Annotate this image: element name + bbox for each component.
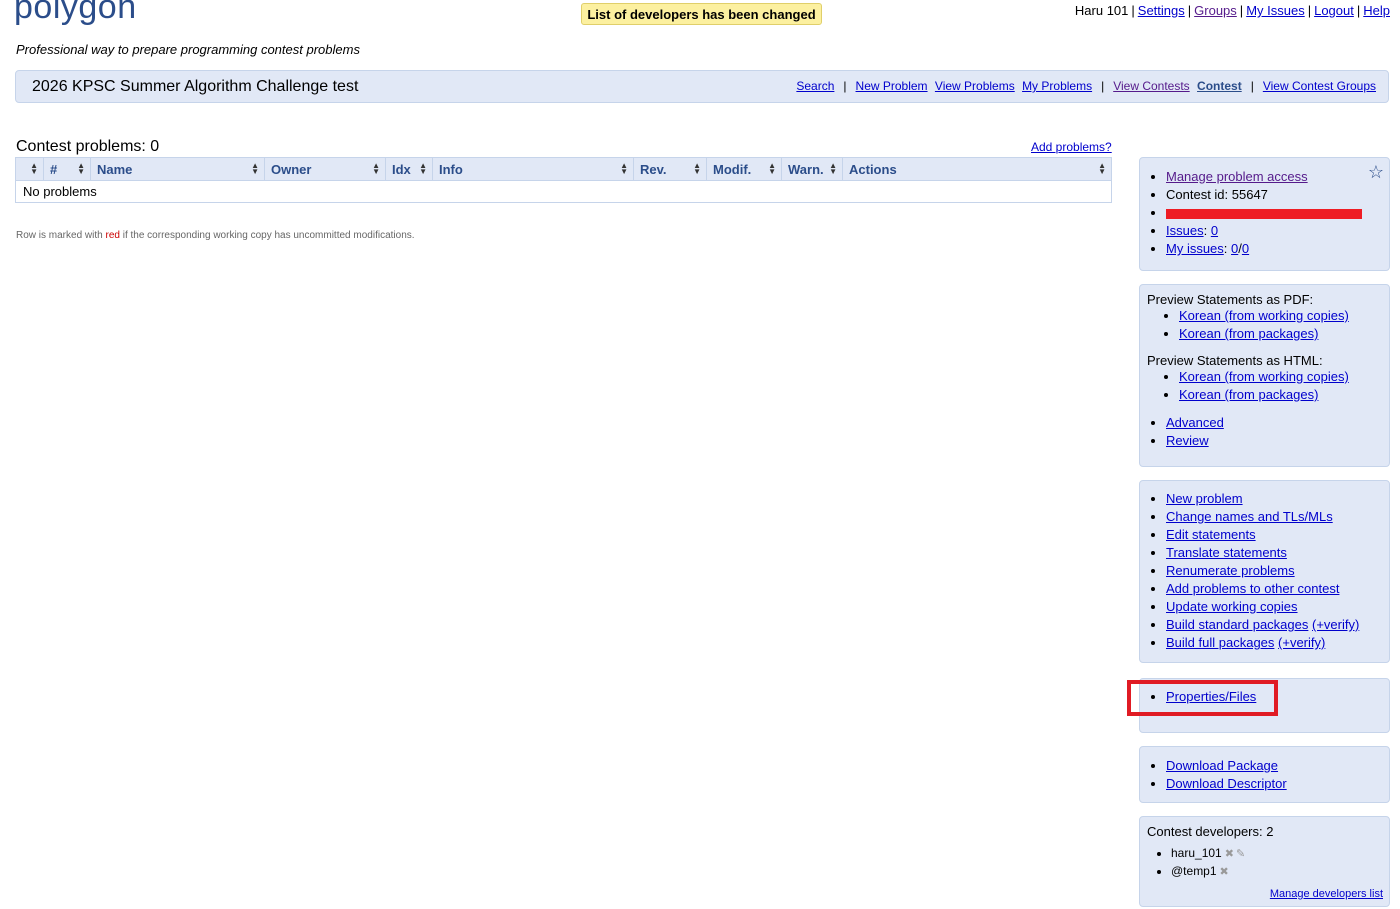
renumerate-problems-link[interactable]: Renumerate problems bbox=[1166, 563, 1295, 578]
col-modif[interactable]: Modif. ▲ ▼ bbox=[706, 157, 782, 181]
advanced-link[interactable]: Advanced bbox=[1166, 415, 1224, 430]
star-icon[interactable]: ☆ bbox=[1368, 163, 1384, 181]
manage-developers-link[interactable]: Manage developers list bbox=[1270, 888, 1383, 900]
sort-icon: ▲ ▼ bbox=[693, 161, 701, 176]
download-descriptor-link[interactable]: Download Descriptor bbox=[1166, 776, 1287, 791]
issues-count-link[interactable]: 0 bbox=[1211, 223, 1218, 238]
contest-actions-box: New problem Change names and TLs/MLs Edi… bbox=[1139, 480, 1390, 663]
new-problem-link[interactable]: New problem bbox=[1166, 491, 1243, 506]
html-packages-link[interactable]: Korean (from packages) bbox=[1179, 387, 1318, 402]
change-notice: List of developers has been changed bbox=[581, 3, 822, 25]
sort-icon: ▲ ▼ bbox=[419, 161, 427, 176]
top-nav: Search | New Problem View Problems My Prob… bbox=[796, 79, 1376, 93]
username: Haru 101 bbox=[1074, 3, 1129, 18]
nav-new-problem[interactable]: New Problem bbox=[856, 79, 928, 93]
change-names-tls-link[interactable]: Change names and TLs/MLs bbox=[1166, 509, 1333, 524]
sort-icon: ▲ ▼ bbox=[77, 161, 85, 176]
developer-item: haru_101✖✎ bbox=[1171, 845, 1389, 863]
html-preview-heading: Preview Statements as HTML: bbox=[1147, 353, 1323, 368]
developers-box: Contest developers: 2 haru_101✖✎ @temp1✖… bbox=[1139, 816, 1390, 907]
col-select[interactable]: ▲ ▼ bbox=[15, 157, 44, 181]
update-working-copies-link[interactable]: Update working copies bbox=[1166, 599, 1298, 614]
col-idx[interactable]: Idx ▲ ▼ bbox=[385, 157, 433, 181]
groups-link[interactable]: Groups bbox=[1194, 3, 1237, 18]
sort-icon: ▲ ▼ bbox=[372, 161, 380, 176]
my-issues-sidebar-link[interactable]: My issues bbox=[1166, 241, 1224, 256]
settings-link[interactable]: Settings bbox=[1138, 3, 1185, 18]
sort-icon: ▲ ▼ bbox=[30, 161, 38, 176]
contest-name: 2026 KPSC Summer Algorithm Challenge tes… bbox=[32, 78, 359, 95]
problems-table: ▲ ▼ # ▲ ▼ Name ▲ ▼ Owner ▲ ▼ Idx ▲ ▼ Info ▲ ▼ Rev. ▲… bbox=[15, 157, 1112, 203]
empty-message: No problems bbox=[15, 180, 1112, 203]
add-problems-link[interactable]: Add problems? bbox=[1031, 140, 1112, 154]
table-row: No problems bbox=[15, 180, 1112, 203]
nav-view-contest-groups[interactable]: View Contest Groups bbox=[1263, 79, 1376, 93]
my-issues-total-link[interactable]: 0 bbox=[1242, 241, 1249, 256]
pdf-working-copies-link[interactable]: Korean (from working copies) bbox=[1179, 308, 1349, 323]
build-full-packages-link[interactable]: Build full packages bbox=[1166, 635, 1274, 650]
remove-icon[interactable]: ✖ bbox=[1225, 848, 1234, 860]
html-working-copies-link[interactable]: Korean (from working copies) bbox=[1179, 369, 1349, 384]
translate-statements-link[interactable]: Translate statements bbox=[1166, 545, 1287, 560]
col-warn[interactable]: Warn. ▲ ▼ bbox=[781, 157, 843, 181]
contest-bar: 2026 KPSC Summer Algorithm Challenge tes… bbox=[15, 70, 1389, 103]
sort-icon: ▲ ▼ bbox=[1098, 161, 1106, 176]
build-standard-verify-link[interactable]: (+verify) bbox=[1312, 617, 1359, 632]
developers-heading: Contest developers: 2 bbox=[1147, 824, 1274, 839]
polygon-logo[interactable]: polygon bbox=[14, 0, 137, 27]
tagline: Professional way to prepare programming … bbox=[16, 42, 360, 57]
pdf-packages-link[interactable]: Korean (from packages) bbox=[1179, 326, 1318, 341]
col-number[interactable]: # ▲ ▼ bbox=[43, 157, 91, 181]
nav-view-problems[interactable]: View Problems bbox=[935, 79, 1015, 93]
problems-title: Contest problems: 0 bbox=[16, 138, 160, 155]
contest-info-box: ☆ Manage problem access Contest id: 5564… bbox=[1139, 157, 1390, 271]
downloads-box: Download Package Download Descriptor bbox=[1139, 746, 1390, 803]
add-to-other-contest-link[interactable]: Add problems to other contest bbox=[1166, 581, 1339, 596]
logout-link[interactable]: Logout bbox=[1314, 3, 1354, 18]
col-name[interactable]: Name ▲ ▼ bbox=[90, 157, 265, 181]
redacted-item bbox=[1166, 204, 1389, 222]
nav-my-problems[interactable]: My Problems bbox=[1022, 79, 1092, 93]
nav-view-contests[interactable]: View Contests bbox=[1113, 79, 1189, 93]
col-actions[interactable]: Actions ▲ ▼ bbox=[842, 157, 1112, 181]
modification-note: Row is marked with red if the correspond… bbox=[16, 230, 415, 241]
contest-id: Contest id: 55647 bbox=[1166, 186, 1389, 204]
my-issues-link[interactable]: My Issues bbox=[1246, 3, 1305, 18]
highlight-annotation bbox=[1127, 680, 1278, 716]
sort-icon: ▲ ▼ bbox=[829, 161, 837, 176]
edit-icon[interactable]: ✎ bbox=[1236, 848, 1245, 860]
statements-preview-box: Preview Statements as PDF: Korean (from … bbox=[1139, 284, 1390, 467]
redaction-bar bbox=[1166, 208, 1362, 219]
sort-icon: ▲ ▼ bbox=[251, 161, 259, 176]
edit-statements-link[interactable]: Edit statements bbox=[1166, 527, 1256, 542]
review-link[interactable]: Review bbox=[1166, 433, 1209, 448]
developer-item: @temp1✖ bbox=[1171, 863, 1389, 881]
download-package-link[interactable]: Download Package bbox=[1166, 758, 1278, 773]
build-full-verify-link[interactable]: (+verify) bbox=[1278, 635, 1325, 650]
col-info[interactable]: Info ▲ ▼ bbox=[432, 157, 634, 181]
nav-contest[interactable]: Contest bbox=[1197, 79, 1242, 93]
remove-icon[interactable]: ✖ bbox=[1220, 866, 1229, 878]
nav-search[interactable]: Search bbox=[796, 79, 834, 93]
manage-problem-access-link[interactable]: Manage problem access bbox=[1166, 169, 1308, 184]
user-bar: Haru 101 | Settings | Groups | My Issues | Logou… bbox=[1074, 3, 1390, 18]
pdf-preview-heading: Preview Statements as PDF: bbox=[1147, 292, 1314, 307]
build-standard-packages-link[interactable]: Build standard packages bbox=[1166, 617, 1308, 632]
help-link[interactable]: Help bbox=[1363, 3, 1390, 18]
issues-link[interactable]: Issues bbox=[1166, 223, 1204, 238]
sort-icon: ▲ ▼ bbox=[620, 161, 628, 176]
col-rev[interactable]: Rev. ▲ ▼ bbox=[633, 157, 707, 181]
sort-icon: ▲ ▼ bbox=[768, 161, 776, 176]
col-owner[interactable]: Owner ▲ ▼ bbox=[264, 157, 386, 181]
